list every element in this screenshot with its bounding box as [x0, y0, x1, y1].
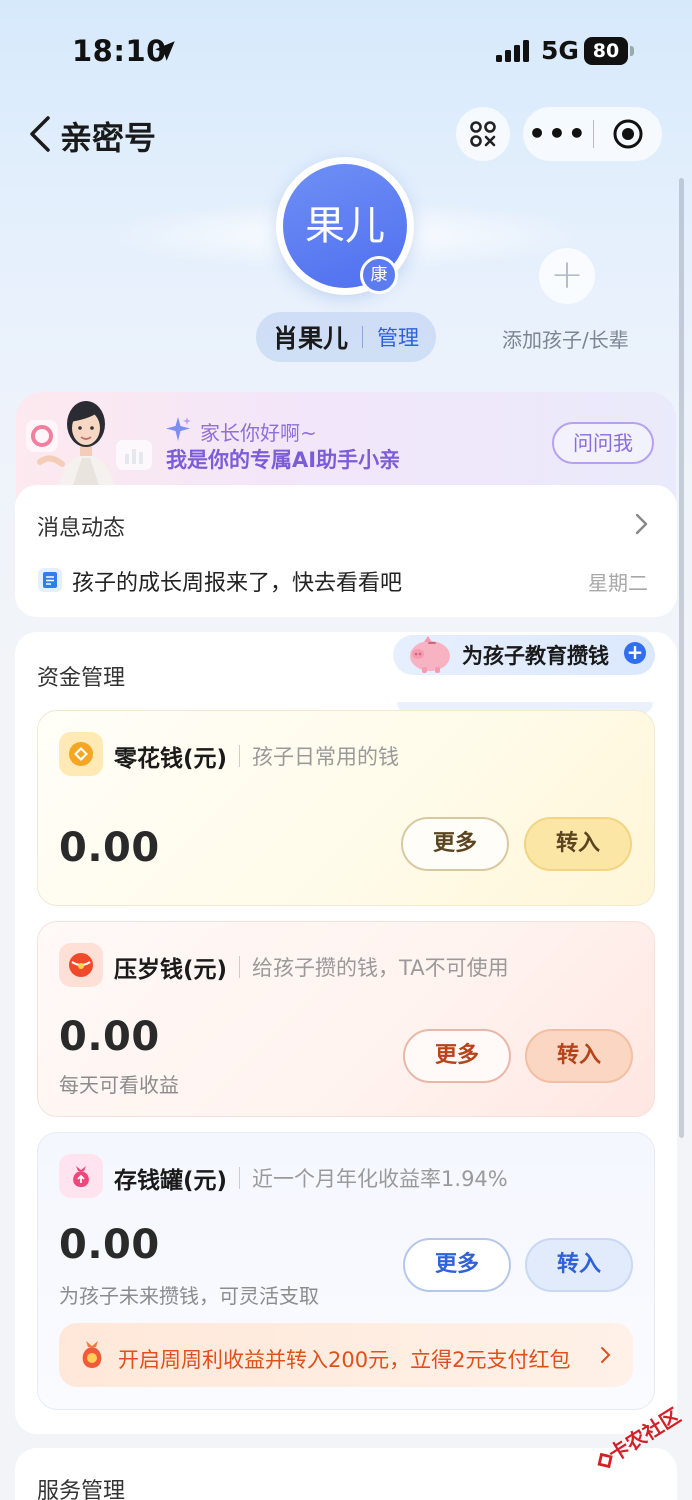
account-desc: 孩子日常用的钱 [252, 745, 400, 769]
message-item-time: 星期二 [588, 571, 648, 595]
chevron-right-icon[interactable] [634, 512, 650, 536]
coin-icon [59, 732, 103, 776]
messages-title[interactable]: 消息动态 [37, 510, 125, 542]
piggy-bank-icon [410, 636, 450, 673]
scan-button[interactable] [456, 107, 510, 161]
add-member-button[interactable]: + [539, 248, 595, 304]
ai-greeting: 家长你好啊~ [200, 421, 317, 445]
transfer-in-button[interactable]: 转入 [524, 817, 632, 871]
account-name: 压岁钱(元) [114, 957, 228, 983]
battery-level: 80 [584, 37, 628, 65]
manage-link[interactable]: 管理 [377, 322, 419, 352]
account-header: 零花钱(元) 孩子日常用的钱 [114, 739, 399, 773]
health-badge: 康 [360, 256, 398, 294]
add-member-label[interactable]: 添加孩子/长辈 [502, 324, 629, 353]
account-amount: 0.00 [59, 825, 160, 871]
account-desc: 近一个月年化收益率1.94% [252, 1167, 508, 1191]
ai-assistant-avatar-icon [37, 401, 114, 488]
signal-icon [496, 40, 529, 62]
money-bag-icon [59, 1154, 103, 1198]
scan-icon [470, 121, 496, 147]
location-arrow-icon [155, 41, 175, 61]
ai-intro: 我是你的专属AI助手小亲 [166, 448, 401, 472]
account-amount: 0.00 [59, 1222, 160, 1268]
profile-name: 肖果儿 [272, 324, 348, 353]
target-icon [613, 119, 643, 149]
account-note: 为孩子未来攒钱，可灵活支取 [59, 1284, 319, 1308]
battery-icon: 80 [584, 37, 634, 65]
account-header: 压岁钱(元) 给孩子攒的钱，TA不可使用 [114, 950, 509, 984]
watermark-text: 卡农社区 [604, 1403, 685, 1467]
profile-name-pill[interactable]: 肖果儿 管理 [256, 312, 436, 362]
transfer-in-button[interactable]: 转入 [525, 1029, 633, 1083]
more-menu-button[interactable]: ••• [523, 107, 593, 161]
close-mini-program-button[interactable] [594, 118, 662, 150]
more-button[interactable]: 更多 [403, 1238, 511, 1292]
services-title: 服务管理 [37, 1479, 126, 1500]
more-button[interactable]: 更多 [403, 1029, 511, 1083]
back-icon[interactable] [26, 114, 54, 154]
promo-text[interactable]: 开启周周利收益并转入200元，立得2元支付红包 [118, 1344, 570, 1374]
funds-title: 资金管理 [37, 666, 126, 691]
account-name: 存钱罐(元) [114, 1168, 228, 1194]
sparkle-icon [166, 417, 191, 441]
plus-icon[interactable]: + [624, 642, 646, 664]
account-name: 零花钱(元) [114, 746, 228, 772]
ask-ai-button[interactable]: 问问我 [552, 422, 654, 464]
edu-savings-label[interactable]: 为孩子教育攒钱 [462, 640, 609, 670]
more-button[interactable]: 更多 [401, 817, 509, 871]
mini-program-capsule: ••• [523, 107, 662, 161]
red-packet-bag-icon [82, 1341, 102, 1368]
message-item-text[interactable]: 孩子的成长周报来了，快去看看吧 [72, 565, 402, 597]
scrollbar[interactable] [679, 178, 684, 1138]
account-header: 存钱罐(元) 近一个月年化收益率1.94% [114, 1161, 508, 1195]
account-note: 每天可看收益 [59, 1073, 179, 1097]
network-type: 5G [541, 36, 579, 65]
chevron-right-icon[interactable] [600, 1346, 612, 1364]
messages-card [15, 485, 677, 617]
report-icon [38, 568, 62, 592]
red-envelope-icon [59, 943, 103, 987]
account-amount: 0.00 [59, 1014, 160, 1060]
account-desc: 给孩子攒的钱，TA不可使用 [252, 956, 509, 980]
transfer-in-button[interactable]: 转入 [525, 1238, 633, 1292]
page-title: 亲密号 [60, 119, 157, 157]
